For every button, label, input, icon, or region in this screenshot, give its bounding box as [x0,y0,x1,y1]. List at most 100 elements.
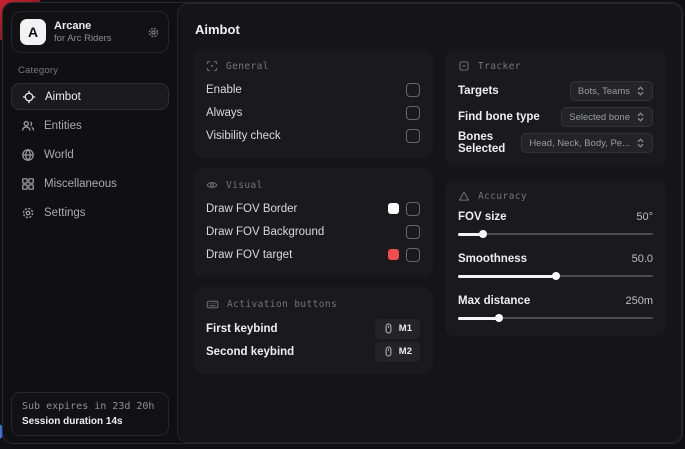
app-header-card: A Arcane for Arc Riders [11,11,169,53]
session-duration-text: Session duration 14s [22,416,158,427]
mouse-icon [383,323,394,334]
select-value: Head, Neck, Body, Pe... [529,138,630,149]
mouse-icon [383,346,394,357]
card-title: General [226,61,269,72]
tracker-box-icon [458,60,470,72]
sidebar-item-world[interactable]: World [11,141,169,168]
slider-thumb[interactable] [552,272,560,280]
gear-icon[interactable] [147,26,160,39]
visual-card-header: Visual [206,179,420,191]
setting-row-first-keybind: First keybind M1 [206,317,420,340]
app-name: Arcane [54,20,112,32]
setting-row-enable: Enable [206,78,420,101]
triangle-icon [458,190,470,202]
app-window: A Arcane for Arc Riders Category [2,2,683,444]
row-label: Draw FOV Border [206,203,297,215]
setting-row-visibility-check: Visibility check [206,124,420,147]
row-label: Bones Selected [458,131,521,155]
eye-icon [206,179,218,191]
setting-row-always: Always [206,101,420,124]
row-label: Always [206,107,242,119]
main-panel: Aimbot General [177,3,682,443]
fov-background-checkbox[interactable] [406,225,420,239]
general-card-header: General [206,60,420,72]
select-value: Selected bone [569,112,630,123]
setting-row-targets: Targets Bots, Teams [458,78,653,104]
page-title: Aimbot [195,22,666,37]
gear-icon [21,206,35,220]
sidebar-item-label: World [44,149,74,161]
always-checkbox[interactable] [406,106,420,120]
row-label: Draw FOV Background [206,226,324,238]
globe-icon [21,148,35,162]
fov-size-slider[interactable] [458,230,653,239]
setting-row-fov-background: Draw FOV Background [206,220,420,243]
setting-group-fov-size: FOV size 50° [458,208,653,239]
visibility-check-checkbox[interactable] [406,129,420,143]
activation-card: Activation buttons First keybind M1 [193,287,433,374]
tracker-card: Tracker Targets Bots, Teams [445,49,666,167]
targets-select[interactable]: Bots, Teams [570,81,653,101]
row-label: Enable [206,84,242,96]
fov-border-checkbox[interactable] [406,202,420,216]
fov-target-checkbox[interactable] [406,248,420,262]
bones-selected-select[interactable]: Head, Neck, Body, Pe... [521,133,653,153]
grid-icon [21,177,35,191]
crosshair-icon [22,90,36,104]
tracker-card-header: Tracker [458,60,653,72]
row-label: Find bone type [458,111,540,123]
slider-value: 250m [625,295,653,307]
setting-row-fov-border: Draw FOV Border [206,197,420,220]
activation-card-header: Activation buttons [206,298,420,311]
setting-group-smoothness: Smoothness 50.0 [458,250,653,281]
general-card: General Enable Always Visibility check [193,49,433,158]
chevron-up-down-icon [636,138,645,148]
slider-thumb[interactable] [495,314,503,322]
row-label: Second keybind [206,346,294,358]
card-title: Activation buttons [227,299,337,310]
slider-label: Max distance [458,295,530,307]
right-column: Tracker Targets Bots, Teams [445,49,666,336]
sidebar-item-label: Entities [44,120,82,132]
card-title: Tracker [478,61,521,72]
keyboard-icon [206,298,219,311]
subscription-box: Sub expires in 23d 20h Session duration … [11,392,169,436]
sidebar-item-aimbot[interactable]: Aimbot [11,83,169,110]
slider-label: FOV size [458,211,507,223]
chevron-up-down-icon [636,112,645,122]
slider-fill [458,317,499,320]
max-distance-slider[interactable] [458,314,653,323]
row-label: Targets [458,85,499,97]
row-label: Draw FOV target [206,249,292,261]
visual-card: Visual Draw FOV Border Draw FOV Backgrou… [193,168,433,277]
slider-label: Smoothness [458,253,527,265]
sidebar-item-miscellaneous[interactable]: Miscellaneous [11,170,169,197]
sidebar-item-settings[interactable]: Settings [11,199,169,226]
sidebar-item-entities[interactable]: Entities [11,112,169,139]
enable-checkbox[interactable] [406,83,420,97]
fov-border-color-swatch[interactable] [388,203,399,214]
keybind-value: M2 [399,346,412,357]
fov-target-color-swatch[interactable] [388,249,399,260]
app-title-block: Arcane for Arc Riders [54,20,112,44]
smoothness-slider[interactable] [458,272,653,281]
app-logo: A [20,19,46,45]
scan-target-icon [206,60,218,72]
screen: A Arcane for Arc Riders Category [0,0,685,449]
setting-row-fov-target: Draw FOV target [206,243,420,266]
slider-thumb[interactable] [479,230,487,238]
slider-value: 50.0 [632,253,653,265]
setting-group-max-distance: Max distance 250m [458,292,653,323]
row-label: Visibility check [206,130,281,142]
setting-row-bones-selected: Bones Selected Head, Neck, Body, Pe... [458,130,653,156]
category-label: Category [18,65,169,76]
slider-value: 50° [636,211,653,223]
card-title: Accuracy [478,191,527,202]
row-label: First keybind [206,323,278,335]
sidebar-item-label: Aimbot [45,91,81,103]
first-keybind-button[interactable]: M1 [375,319,420,339]
second-keybind-button[interactable]: M2 [375,342,420,362]
card-title: Visual [226,180,263,191]
find-bone-type-select[interactable]: Selected bone [561,107,653,127]
left-column: General Enable Always Visibility check [193,49,433,374]
